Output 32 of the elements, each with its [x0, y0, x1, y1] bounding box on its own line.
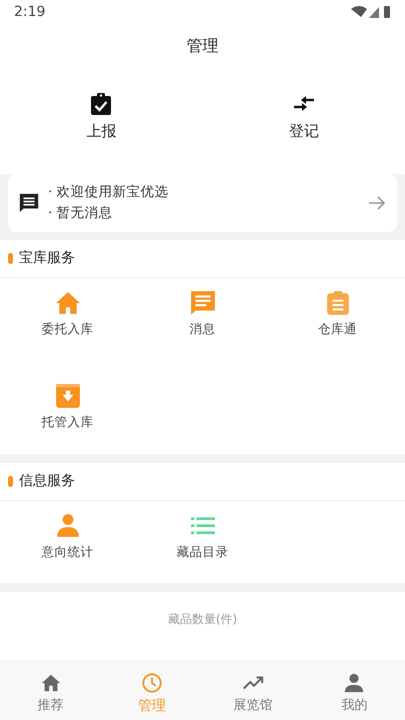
service-item[interactable]: 仓库通 — [318, 290, 357, 339]
service-item[interactable]: 藏品目录 — [176, 512, 228, 562]
nav-tab[interactable]: 展览馆 — [202, 660, 304, 720]
quick-action-button[interactable]: 登记 — [288, 92, 319, 142]
status-time: 2:19 — [14, 2, 46, 22]
message-icon — [18, 192, 40, 214]
service-item[interactable]: 消息 — [190, 290, 216, 339]
section-title: 信息服务 — [19, 472, 75, 490]
service-item[interactable]: 委托入库 — [42, 290, 94, 339]
section-title: 宝库服务 — [19, 249, 75, 268]
notice-text: · 暂无消息 — [48, 204, 114, 223]
home-icon — [54, 290, 80, 316]
clipboard-icon — [324, 290, 350, 316]
archive-icon — [54, 382, 80, 409]
section-marker — [8, 253, 13, 264]
service-item[interactable]: 意向统计 — [42, 512, 94, 562]
service-item[interactable]: 托管入库 — [42, 382, 94, 432]
chat-icon — [190, 290, 216, 316]
quick-action-button[interactable]: 上报 — [86, 92, 116, 142]
person-icon — [343, 672, 366, 694]
section-marker — [8, 476, 13, 486]
nav-tab[interactable]: 推荐 — [0, 660, 102, 720]
stats-label: 藏品数量(件) — [168, 612, 238, 626]
page-title: 管理 — [186, 35, 218, 57]
notice-text: · 欢迎使用新宝优选 — [48, 183, 170, 202]
clock-icon — [140, 672, 163, 694]
person-icon — [54, 512, 80, 538]
home-icon — [40, 672, 62, 694]
notice-card[interactable]: · 欢迎使用新宝优选 · 暂无消息 — [8, 174, 397, 232]
nav-tab[interactable]: 我的 — [304, 660, 405, 720]
status-icons-drawing — [351, 5, 391, 19]
clipboard-check-icon — [89, 92, 114, 116]
